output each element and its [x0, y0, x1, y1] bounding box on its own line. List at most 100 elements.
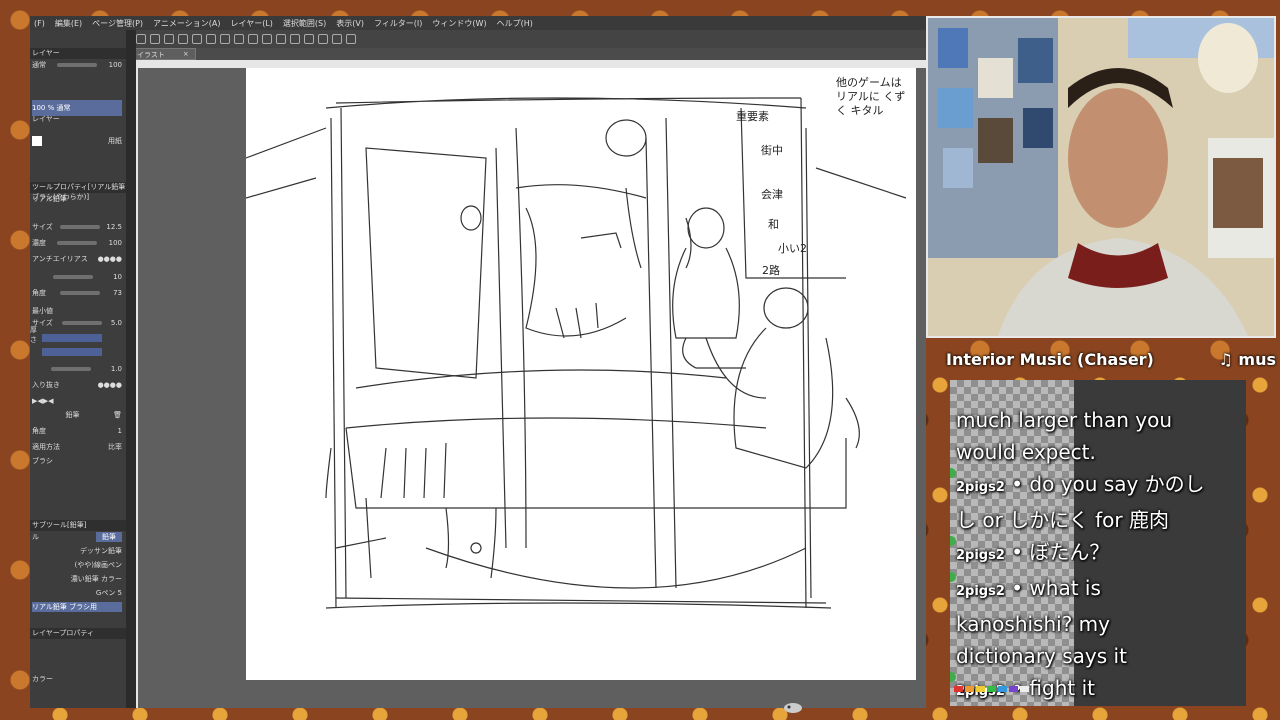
pen-icon[interactable] — [346, 34, 356, 44]
settings-icon[interactable] — [220, 34, 230, 44]
subtool-tab-pencil[interactable]: 鉛筆 — [96, 532, 122, 542]
blend-mode-row[interactable]: 通常 100 — [32, 60, 122, 70]
sketch-note-1: 重要素 — [736, 110, 769, 123]
crop-icon[interactable] — [262, 34, 272, 44]
command-bar — [130, 30, 926, 48]
menu-window[interactable]: ウィンドウ(W) — [432, 18, 486, 29]
sketch-note-6: 2路 — [762, 264, 780, 277]
menu-selection[interactable]: 選択範囲(S) — [283, 18, 326, 29]
rotate-row[interactable]: 角度 1 — [32, 426, 122, 436]
thickness-bar[interactable] — [42, 334, 102, 342]
sketch-note-3: 会津 — [761, 188, 783, 201]
method-row[interactable]: 適用方法 比率 — [32, 442, 122, 452]
menu-file[interactable]: (F) — [34, 19, 45, 28]
pressure-bar[interactable] — [42, 348, 102, 356]
left-panel: レイヤー 通常 100 100 % 通常 レイヤー 用紙 ツールプロパティ[リア… — [30, 30, 130, 708]
new-file-icon[interactable] — [136, 34, 146, 44]
menu-layer[interactable]: レイヤー(L) — [230, 18, 272, 29]
hardness-row[interactable]: 10 — [32, 272, 122, 282]
color-select[interactable]: カラー — [32, 674, 53, 684]
menu-edit[interactable]: 編集(E) — [55, 18, 82, 29]
menu-filter[interactable]: フィルター(I) — [374, 18, 422, 29]
playback-row[interactable]: ▶◀▶◀ — [32, 396, 122, 406]
brush-size-row[interactable]: サイズ 12.5 — [32, 222, 122, 232]
layer-row-2[interactable]: 用紙 — [32, 136, 122, 146]
pencil-button-row[interactable]: 鉛筆 🗑 — [32, 410, 122, 420]
chat-messages: much larger than you would expect. 2pigs… — [950, 404, 1246, 706]
method-select[interactable]: 比率 — [108, 442, 122, 452]
sketch-note-5: 小い2 — [778, 242, 807, 255]
now-playing: Interior Music (Chaser) ♫ mus — [946, 346, 1276, 372]
brush-item-4[interactable]: Gペン 5 — [32, 588, 122, 598]
print-icon[interactable] — [178, 34, 188, 44]
edit-ruler-icon[interactable] — [332, 34, 342, 44]
clip-studio-window: (F) 編集(E) ページ管理(P) アニメーション(A) レイヤー(L) 選択… — [30, 16, 926, 708]
chat-badge-icon — [950, 536, 956, 546]
sketch-drawing — [245, 97, 907, 609]
sketch-note-2: 街中 — [761, 144, 783, 157]
cat-cursor-icon — [784, 703, 802, 713]
color-row[interactable]: カラー — [32, 674, 122, 684]
open-file-icon[interactable] — [150, 34, 160, 44]
panel-scrollbar[interactable] — [126, 30, 136, 708]
transform-icon[interactable] — [248, 34, 258, 44]
pen-dots-icon[interactable]: ●●●● — [98, 381, 122, 389]
thickness-label: 厚さ — [30, 326, 37, 344]
ruler-check-icon[interactable] — [318, 34, 328, 44]
layer-1-sublabel: レイヤー — [32, 115, 60, 123]
opacity-slider[interactable] — [57, 63, 98, 67]
brush-size-slider[interactable] — [59, 225, 100, 229]
playback-icons[interactable]: ▶◀▶◀ — [32, 397, 54, 405]
menu-view[interactable]: 表示(V) — [336, 18, 364, 29]
trash-icon[interactable]: 🗑 — [113, 411, 122, 419]
menu-help[interactable]: ヘルプ(H) — [497, 18, 533, 29]
brush-item-2[interactable]: (やや)線画ペン — [32, 560, 122, 570]
pencil-button[interactable]: 鉛筆 — [66, 410, 80, 420]
angle-slider[interactable] — [59, 291, 100, 295]
brush-item-5[interactable]: リアル鉛筆 ブラシ用 — [32, 602, 122, 612]
antialias-dots-icon[interactable]: ●●●● — [98, 255, 122, 263]
tab-illustration[interactable]: イラスト × — [130, 48, 196, 60]
webcam-feed — [926, 16, 1276, 338]
deselect-icon[interactable] — [276, 34, 286, 44]
density-row[interactable]: 濃度 100 — [32, 238, 122, 248]
brush-item-1[interactable]: デッサン鉛筆 — [32, 546, 122, 556]
menu-animation[interactable]: アニメーション(A) — [153, 18, 220, 29]
size-row-2[interactable]: サイズ 5.0 — [32, 318, 122, 328]
brush-row: ブラシ — [32, 457, 53, 465]
chat-line: dictionary says it — [956, 644, 1127, 668]
color-palette-strip — [954, 686, 1029, 692]
antialias-row[interactable]: アンチエイリアス ●●●● — [32, 254, 122, 264]
chat-line: 2pigs2 • what is — [950, 572, 1246, 608]
sketch-note-4: 和 — [768, 218, 779, 231]
invert-selection-icon[interactable] — [290, 34, 300, 44]
tool-name-row: リアル鉛筆 — [32, 195, 67, 203]
webcam-image — [928, 18, 1274, 336]
layer-property-header: レイヤープロパティ — [30, 628, 126, 639]
redo-icon[interactable] — [206, 34, 216, 44]
pen-row[interactable]: 入り抜き ●●●● — [32, 380, 122, 390]
music-artist: ♫ mus — [1218, 349, 1277, 369]
fill-icon[interactable] — [234, 34, 244, 44]
angle-row[interactable]: 角度 73 — [32, 288, 122, 298]
chat-line: 2pigs2 • do you say かのし — [950, 468, 1246, 504]
chat-badge-icon — [950, 672, 956, 682]
sketch-note-top-right: 他のゲームは リアルに くずく キタル — [836, 76, 906, 117]
density-slider[interactable] — [57, 241, 98, 245]
min-value-row: 最小値 — [32, 307, 53, 315]
brush-item-3[interactable]: 濃い鉛筆 カラー — [32, 574, 122, 584]
save-icon[interactable] — [164, 34, 174, 44]
drawing-canvas[interactable]: 他のゲームは リアルに くずく キタル 重要素 街中 会津 和 小い2 2路 — [245, 68, 916, 680]
menu-page[interactable]: ページ管理(P) — [92, 18, 143, 29]
hardness-slider[interactable] — [52, 275, 93, 279]
chat-line: much larger than you — [956, 408, 1173, 432]
value-row-a[interactable]: 1.0 — [32, 364, 122, 374]
undo-icon[interactable] — [192, 34, 202, 44]
value-slider-a[interactable] — [51, 367, 92, 371]
ruler-icon[interactable] — [304, 34, 314, 44]
music-title: Interior Music (Chaser) — [946, 349, 1154, 369]
size-slider-2[interactable] — [61, 321, 102, 325]
blend-mode-select[interactable]: 通常 — [32, 60, 46, 70]
close-tab-icon[interactable]: × — [183, 50, 189, 58]
subtool-tab-other[interactable]: ル — [32, 532, 39, 542]
